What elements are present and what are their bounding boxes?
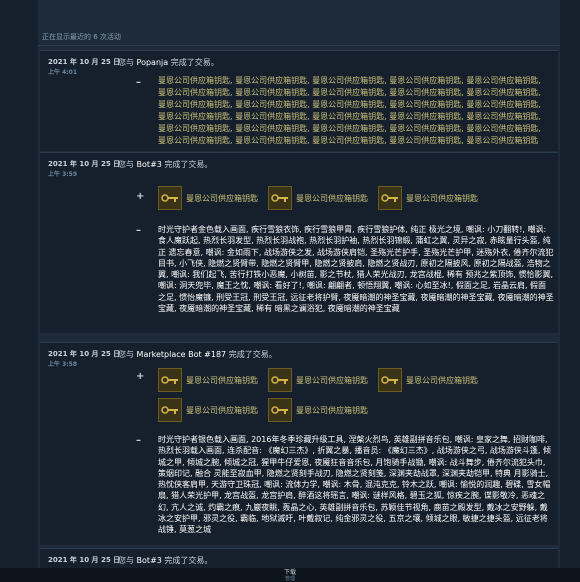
prefix-text: 您与 — [118, 350, 134, 359]
suffix-text: 完成了交易。 — [164, 556, 213, 565]
left-margin — [0, 0, 38, 582]
prefix-text: 您与 — [118, 58, 134, 67]
trade-partner-link[interactable]: Bot#3 — [137, 556, 162, 565]
trade-time: 上午 4:01 — [48, 69, 78, 76]
key-icon — [378, 368, 402, 392]
received-item[interactable]: 曼恩公司供应箱钥匙 — [378, 185, 488, 211]
item-label: 曼恩公司供应箱钥匙 — [406, 193, 478, 203]
item-label: 曼恩公司供应箱钥匙 — [186, 375, 258, 385]
download-label[interactable]: 下载 — [0, 568, 580, 576]
trade-time: 上午 3:58 — [48, 361, 78, 368]
received-items: 曼恩公司供应箱钥匙 曼恩公司供应箱钥匙 曼恩公司供应箱钥匙 — [158, 185, 518, 215]
key-icon — [268, 368, 292, 392]
key-icon — [378, 186, 402, 210]
trade-partner-link[interactable]: Bot#3 — [137, 160, 162, 169]
trade-partner-link[interactable]: Popanja — [137, 58, 169, 67]
given-sign: – — [136, 77, 141, 88]
key-icon — [158, 368, 182, 392]
item-label: 曼恩公司供应箱钥匙 — [406, 375, 478, 385]
given-items-list: 曼恩公司供应箱钥匙, 曼恩公司供应箱钥匙, 曼恩公司供应箱钥匙, 曼恩公司供应箱… — [158, 76, 541, 145]
trade-partner-link[interactable]: Marketplace Bot #187 — [137, 350, 227, 359]
item-label: 曼恩公司供应箱钥匙 — [296, 375, 368, 385]
download-bar[interactable]: 下载 管理 — [0, 568, 580, 582]
item-label: 曼恩公司供应箱钥匙 — [186, 193, 258, 203]
item-label: 曼恩公司供应箱钥匙 — [296, 405, 368, 415]
trade-history-panel: 正在显示最近的 6 次活动 2021 年 10 月 25 日 上午 4:01 您… — [38, 0, 560, 582]
prefix-text: 您与 — [118, 160, 134, 169]
trade-date: 2021 年 10 月 25 日 — [48, 556, 121, 564]
trade-date: 2021 年 10 月 25 日 — [48, 350, 121, 358]
item-label: 曼恩公司供应箱钥匙 — [186, 405, 258, 415]
prefix-text: 您与 — [118, 556, 134, 565]
received-item[interactable]: 曼恩公司供应箱钥匙 — [158, 367, 268, 393]
received-sign: + — [136, 191, 145, 202]
received-sign: + — [136, 371, 145, 382]
key-icon — [268, 186, 292, 210]
received-item[interactable]: 曼恩公司供应箱钥匙 — [268, 367, 378, 393]
suffix-text: 完成了交易。 — [164, 160, 213, 169]
trade-time: 上午 3:59 — [48, 171, 78, 178]
top-bar: 正在显示最近的 6 次活动 — [38, 0, 560, 50]
suffix-text: 完成了交易。 — [228, 350, 277, 359]
trade-summary: 您与 Bot#3 完成了交易。 — [118, 555, 212, 566]
given-sign: – — [136, 435, 141, 446]
trade-entry: 2021 年 10 月 25 日 上午 3:59 您与 Bot#3 完成了交易。… — [40, 152, 558, 333]
given-sign: – — [136, 225, 141, 236]
key-icon — [268, 398, 292, 422]
manage-label[interactable]: 管理 — [0, 576, 580, 582]
received-item[interactable]: 曼恩公司供应箱钥匙 — [158, 185, 268, 211]
trade-entry: 2021 年 10 月 25 日 上午 3:58 您与 Marketplace … — [40, 342, 558, 545]
received-item[interactable]: 曼恩公司供应箱钥匙 — [158, 397, 268, 423]
divider — [38, 45, 560, 46]
key-icon — [158, 398, 182, 422]
trade-summary: 您与 Bot#3 完成了交易。 — [118, 159, 212, 170]
received-item[interactable]: 曼恩公司供应箱钥匙 — [378, 367, 488, 393]
item-label: 曼恩公司供应箱钥匙 — [296, 193, 368, 203]
right-margin — [560, 0, 580, 582]
trade-summary: 您与 Popanja 完成了交易。 — [118, 57, 219, 68]
received-item[interactable]: 曼恩公司供应箱钥匙 — [268, 397, 378, 423]
suffix-text: 完成了交易。 — [170, 58, 219, 67]
key-icon — [158, 186, 182, 210]
trade-date: 2021 年 10 月 25 日 — [48, 160, 121, 168]
received-item[interactable]: 曼恩公司供应箱钥匙 — [268, 185, 378, 211]
given-items-list: 时光守护者金色载入画面, 疾行雪狼衣饰, 疾行雪狼甲胄, 疾行雪狼护体, 纯正 … — [158, 225, 554, 314]
trade-summary: 您与 Marketplace Bot #187 完成了交易。 — [118, 349, 277, 360]
given-items-list: 时光守护者银色载入画面, 2016年冬季珍藏升级工具, 涅槃火烈鸟, 英雄副拼音… — [158, 435, 551, 535]
received-items: 曼恩公司供应箱钥匙 曼恩公司供应箱钥匙 曼恩公司供应箱钥匙 曼恩公司供应箱钥匙 — [158, 367, 498, 427]
trade-entry: 2021 年 10 月 25 日 上午 4:01 您与 Popanja 完成了交… — [40, 50, 558, 151]
activity-count-note: 正在显示最近的 6 次活动 — [42, 33, 121, 41]
trade-date: 2021 年 10 月 25 日 — [48, 58, 121, 66]
